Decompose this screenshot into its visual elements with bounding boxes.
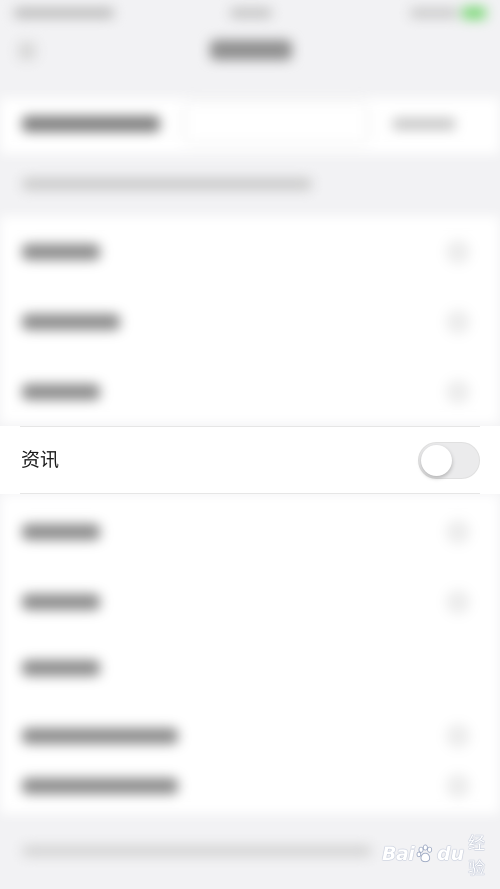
settings-row: [0, 632, 500, 702]
chevron-right-icon: [446, 240, 470, 264]
settings-row-label: [22, 660, 100, 676]
settings-row-label: [22, 244, 100, 260]
settings-row[interactable]: [0, 496, 500, 566]
chevron-right-icon: [446, 724, 470, 748]
page-title: [210, 40, 292, 60]
watermark-brand-du: du: [436, 843, 465, 865]
row-divider: [20, 493, 480, 494]
header-setting-field[interactable]: [186, 104, 366, 142]
settings-row-label: [22, 524, 100, 540]
settings-row-label: [22, 314, 120, 330]
watermark-brand-cn: 经验: [468, 834, 486, 879]
news-setting-label: 资讯: [21, 449, 60, 471]
chevron-right-icon: [446, 590, 470, 614]
settings-row-label: [22, 778, 178, 794]
settings-row[interactable]: [0, 566, 500, 636]
chevron-right-icon: [446, 310, 470, 334]
news-setting-row: 资讯: [0, 426, 500, 494]
settings-row[interactable]: [0, 750, 500, 820]
settings-group-top: [0, 216, 500, 424]
carrier-signal-indicator: [14, 8, 114, 18]
header-setting-value: [392, 118, 456, 130]
settings-row[interactable]: [0, 216, 500, 286]
news-toggle-switch[interactable]: [418, 442, 480, 479]
battery-icon: [462, 7, 486, 19]
status-bar: [0, 0, 500, 28]
settings-row[interactable]: [0, 286, 500, 356]
baidu-jingyan-watermark: Bai du 经验: [382, 834, 500, 879]
header-setting-label: [22, 116, 160, 132]
settings-row[interactable]: [0, 356, 500, 426]
header-setting-row[interactable]: [0, 98, 500, 154]
footer-hint-text: [22, 846, 372, 856]
chevron-right-icon: [446, 380, 470, 404]
section-hint-text: [22, 178, 312, 190]
status-time: [230, 8, 272, 18]
row-divider: [20, 426, 480, 427]
settings-row-label: [22, 384, 100, 400]
settings-row-label: [22, 728, 178, 744]
baidu-paw-icon: [416, 844, 433, 863]
settings-group-bottom: [0, 494, 500, 814]
chevron-right-icon: [446, 774, 470, 798]
watermark-brand-latin: Bai: [382, 843, 415, 865]
settings-row-label: [22, 594, 100, 610]
toggle-knob: [421, 445, 452, 476]
status-indicators: [410, 8, 458, 18]
back-arrow-icon[interactable]: [18, 42, 36, 60]
chevron-right-icon: [446, 520, 470, 544]
